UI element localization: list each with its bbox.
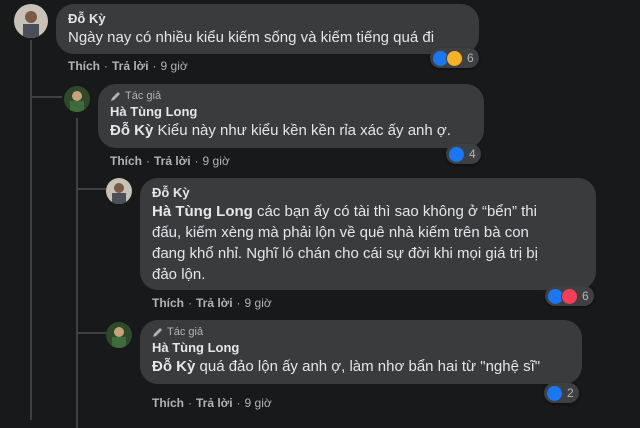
timestamp[interactable]: 9 giờ — [245, 296, 272, 310]
reaction-summary[interactable]: 6 — [430, 48, 479, 68]
reply-button[interactable]: Trả lời — [112, 59, 149, 73]
thread-line-level2 — [76, 118, 78, 428]
comment-line: đang khổ nhỉ. Nghĩ ló chán cho cái sự đờ… — [152, 245, 538, 262]
like-button[interactable]: Thích — [68, 59, 100, 73]
separator: · — [188, 396, 192, 410]
comment-author[interactable]: Đỗ Kỳ — [68, 10, 467, 27]
comment-text: Đỗ Kỳ quá đảo lộn ấy anh ợ, làm nhơ bẩn … — [152, 356, 570, 377]
reply-button[interactable]: Trả lời — [196, 296, 233, 310]
reaction-summary[interactable]: 4 — [446, 144, 481, 164]
thread-line-connector-1 — [32, 96, 62, 98]
comment-line: đảo lộn. — [152, 266, 206, 283]
comment-actions: Thích · Trả lời · 9 giờ — [152, 296, 272, 310]
comment-body: các bạn ấy có tài thì sao không ở “bển” … — [256, 203, 537, 220]
separator: · — [146, 154, 150, 168]
reply-button[interactable]: Trả lời — [154, 154, 191, 168]
reaction-count: 2 — [567, 386, 574, 400]
comment-line: Hà Tùng Long các bạn ấy có tài thì sao k… — [152, 201, 584, 222]
like-button[interactable]: Thích — [110, 154, 142, 168]
comment-author[interactable]: Đỗ Kỳ — [152, 184, 584, 201]
love-icon — [561, 287, 578, 305]
reaction-count: 6 — [467, 51, 474, 65]
comment-bubble-4: Tác giả Hà Tùng Long Đỗ Kỳ quá đảo lộn ấ… — [140, 320, 582, 384]
reaction-count: 4 — [469, 147, 476, 161]
mention-link[interactable]: Đỗ Kỳ — [152, 358, 195, 375]
comment-body: quá đảo lộn ấy anh ợ, làm nhơ bẩn hai từ… — [199, 358, 541, 375]
separator: · — [152, 59, 157, 73]
avatar-do-ky[interactable] — [14, 4, 48, 38]
separator: · — [188, 296, 192, 310]
timestamp[interactable]: 9 giờ — [161, 59, 188, 73]
like-icon — [448, 145, 465, 163]
sad-icon — [446, 49, 463, 67]
reaction-count: 6 — [582, 289, 589, 303]
timestamp[interactable]: 9 giờ — [245, 396, 272, 410]
comment-actions: Thích · Trả lời · 9 giờ — [110, 154, 230, 168]
comment-actions: Thích · Trả lời · 9 giờ — [68, 59, 188, 73]
avatar-ha-tung-long[interactable] — [64, 86, 90, 112]
separator: · — [194, 154, 199, 168]
comment-author[interactable]: Hà Tùng Long — [152, 339, 570, 356]
like-button[interactable]: Thích — [152, 396, 184, 410]
like-button[interactable]: Thích — [152, 296, 184, 310]
comment-body: Kiểu này như kiểu kền kền rỉa xác ấy anh… — [157, 122, 451, 139]
reaction-summary[interactable]: 2 — [544, 383, 579, 403]
separator: · — [236, 296, 241, 310]
comment-bubble-3: Đỗ Kỳ Hà Tùng Long các bạn ấy có tài thì… — [140, 178, 596, 290]
comment-text: Đỗ Kỳ Kiểu này như kiểu kền kền rỉa xác … — [110, 120, 472, 141]
reply-button[interactable]: Trả lời — [196, 396, 233, 410]
comment-bubble-2: Tác giả Hà Tùng Long Đỗ Kỳ Kiểu này như … — [98, 84, 484, 148]
avatar-ha-tung-long[interactable] — [106, 322, 132, 348]
pencil-icon — [111, 91, 120, 101]
thread-line-connector-3 — [78, 332, 106, 334]
separator: · — [236, 396, 241, 410]
reaction-summary[interactable]: 6 — [545, 286, 594, 306]
like-icon — [546, 384, 563, 402]
comment-author[interactable]: Hà Tùng Long — [110, 103, 472, 120]
comment-bubble-1: Đỗ Kỳ Ngày nay có nhiều kiểu kiếm sống v… — [56, 4, 479, 54]
thread-line-connector-2 — [78, 188, 106, 190]
author-badge-label: Tác giả — [125, 90, 162, 102]
comment-actions: Thích · Trả lời · 9 giờ — [152, 396, 272, 410]
separator: · — [104, 59, 108, 73]
timestamp[interactable]: 9 giờ — [203, 154, 230, 168]
author-badge: Tác giả — [152, 326, 570, 338]
comment-text: Ngày nay có nhiều kiểu kiếm sống và kiếm… — [68, 29, 435, 46]
avatar-do-ky[interactable] — [106, 178, 132, 204]
pencil-icon — [153, 327, 162, 337]
mention-link[interactable]: Hà Tùng Long — [152, 203, 253, 220]
mention-link[interactable]: Đỗ Kỳ — [110, 122, 153, 139]
author-badge: Tác giả — [110, 90, 472, 102]
comment-text: Hà Tùng Long các bạn ấy có tài thì sao k… — [152, 201, 584, 285]
comment-line: đấu, kiếm xèng mà phải lộn về quê nhà ki… — [152, 224, 529, 241]
author-badge-label: Tác giả — [167, 326, 204, 338]
